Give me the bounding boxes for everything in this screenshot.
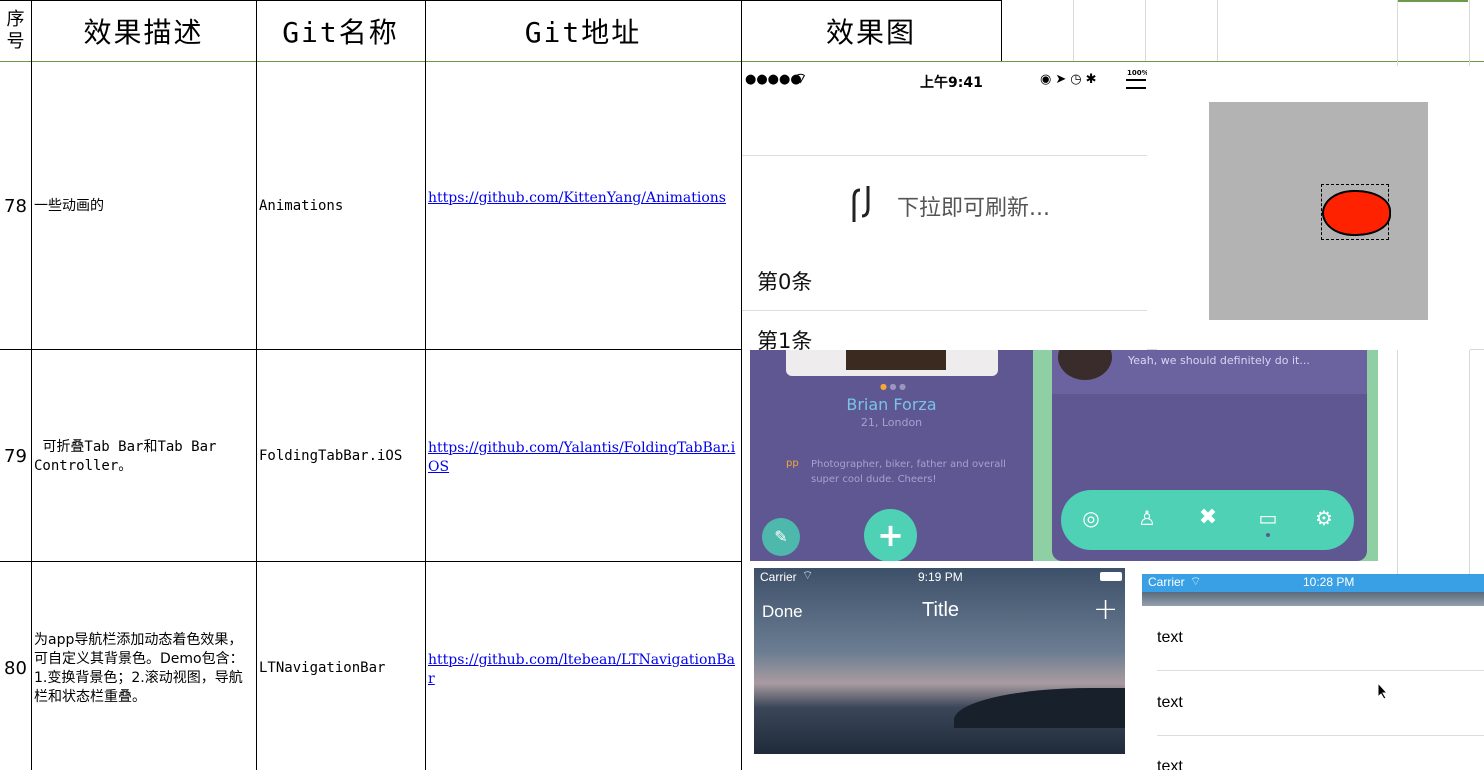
status-icons: ◉➤◷✱ <box>1040 72 1101 87</box>
settings-icon[interactable]: ⚙ <box>1309 506 1339 530</box>
nav-status-time: 9:19 PM <box>918 570 963 584</box>
row78-bottom-border <box>0 349 742 350</box>
profile-photo-card <box>786 350 998 376</box>
refresh-arrow-icon <box>846 184 878 224</box>
chat-selected-dot <box>1266 533 1270 537</box>
battery-icon <box>1126 79 1146 89</box>
blob-canvas <box>1209 102 1428 320</box>
nav-add-button[interactable]: + <box>1093 592 1118 627</box>
nav-carrier: Carrier <box>760 570 797 584</box>
list-wifi-icon: ⌔ <box>1190 574 1202 588</box>
nav-battery-icon <box>1100 572 1122 581</box>
row80-git-name: LTNavigationBar <box>259 660 386 676</box>
refresh-top-separator <box>742 155 1147 156</box>
preview-ltnavbar-sky: Carrier ⌔ 9:19 PM Done Title + <box>754 568 1125 754</box>
nav-title: Title <box>922 599 960 621</box>
folding-tab-bar: ◎ ♙ ✖ ▭ ⚙ <box>1061 490 1354 550</box>
close-icon[interactable]: ✖ <box>1193 505 1223 530</box>
row80-description: 为app导航栏添加动态着色效果，可自定义其背景色。Demo包含：1.变换背景色；… <box>34 632 244 705</box>
add-button[interactable]: + <box>864 509 917 561</box>
list-separator-0 <box>742 310 1147 311</box>
compass-icon[interactable]: ◎ <box>1076 506 1106 530</box>
header-description: 效果描述 <box>83 15 204 49</box>
col-border-5 <box>1001 0 1002 61</box>
list-item-1[interactable]: 第1条 <box>757 325 812 352</box>
profile-photo <box>846 350 946 370</box>
header-git-name: Git名称 <box>282 15 399 49</box>
list-row-sep-1 <box>1157 735 1484 736</box>
preview-gap-green <box>1033 350 1045 561</box>
profile-icon[interactable]: ♙ <box>1132 506 1162 530</box>
preview-ltnavbar-list: Carrier ⌔ 10:28 PM text text text <box>1142 574 1484 770</box>
refresh-text: 下拉即可刷新... <box>897 196 1050 221</box>
profile-name: Brian Forza <box>846 395 937 414</box>
page-dots: ● ● ● <box>880 382 907 391</box>
chat-icon[interactable]: ▭ <box>1253 506 1283 530</box>
header-bottom-border <box>0 61 1484 62</box>
profile-bio: Photographer, biker, father and overall … <box>811 459 1006 485</box>
row79-index: 79 <box>4 446 27 467</box>
col-border-3 <box>425 0 426 770</box>
row79-git-url-link[interactable]: https://github.com/Yalantis/FoldingTabBa… <box>428 439 736 477</box>
row79-bottom-border <box>0 561 742 562</box>
chat-panel: Yeah, we should definitely do it... ◎ ♙ … <box>1052 350 1367 561</box>
list-row-0[interactable]: text <box>1157 629 1183 647</box>
sheet-grid-v3 <box>1217 0 1218 61</box>
col-border-2 <box>256 0 257 770</box>
row78-index: 78 <box>4 196 27 217</box>
selected-cell-outline[interactable] <box>1398 0 1468 62</box>
preview-folding-tabbar-expanded: Yeah, we should definitely do it... ◎ ♙ … <box>1045 350 1378 561</box>
row79-description: 可折叠Tab Bar和Tab Bar Controller。 <box>34 439 225 474</box>
list-image-strip <box>1142 592 1484 606</box>
battery-label: 100% <box>1127 69 1147 77</box>
edit-button[interactable]: ✎ <box>762 518 800 556</box>
shoreline <box>954 688 1125 728</box>
chat-avatar <box>1058 350 1112 380</box>
quote-icon: pp <box>786 458 799 469</box>
header-preview: 效果图 <box>825 15 916 49</box>
row79-git-name: FoldingTabBar.iOS <box>259 448 403 464</box>
row80-index: 80 <box>4 658 27 679</box>
chat-header: Yeah, we should definitely do it... <box>1052 350 1367 394</box>
row78-git-name: Animations <box>259 198 344 214</box>
nav-wifi-icon: ⌔ <box>802 568 814 582</box>
profile-sub: 21, London <box>860 416 923 429</box>
preview-animations-pull-refresh: ●●●●● ⌔ 上午9:41 ◉➤◷✱ 100% 下拉即可刷新... 第0条 第… <box>742 66 1147 352</box>
status-time: 上午9:41 <box>920 75 983 91</box>
col-border-1 <box>31 0 32 770</box>
header-index-label: 序号 <box>6 8 25 52</box>
preview-animations-blob <box>1157 66 1470 350</box>
list-status-time: 10:28 PM <box>1303 575 1355 589</box>
wifi-icon: ⌔ <box>794 71 808 87</box>
list-carrier: Carrier <box>1148 575 1185 589</box>
sheet-grid-v1 <box>1073 0 1074 61</box>
sheet-grid-v2 <box>1145 0 1146 61</box>
row80-git-url-link[interactable]: https://github.com/ltebean/LTNavigationB… <box>428 651 736 689</box>
preview-folding-tabbar-profile: ● ● ● Brian Forza 21, London pp Photogra… <box>750 350 1033 561</box>
list-status-bar: Carrier ⌔ 10:28 PM <box>1142 574 1484 592</box>
header-git-url: Git地址 <box>524 15 642 49</box>
list-row-sep-0 <box>1157 670 1484 671</box>
list-row-1[interactable]: text <box>1157 694 1183 712</box>
row78-git-url-link[interactable]: https://github.com/KittenYang/Animations <box>428 189 736 208</box>
nav-done-button[interactable]: Done <box>762 602 803 622</box>
list-row-2[interactable]: text <box>1157 758 1183 770</box>
red-blob <box>1322 190 1391 236</box>
mouse-cursor-icon <box>1377 681 1389 704</box>
row78-description: 一些动画的 <box>34 198 104 214</box>
chat-message: Yeah, we should definitely do it... <box>1128 354 1310 367</box>
header-index: 序号 <box>0 0 31 61</box>
ios-status-bar: ●●●●● ⌔ 上午9:41 ◉➤◷✱ 100% <box>742 69 1147 92</box>
list-item-0[interactable]: 第0条 <box>757 266 812 296</box>
